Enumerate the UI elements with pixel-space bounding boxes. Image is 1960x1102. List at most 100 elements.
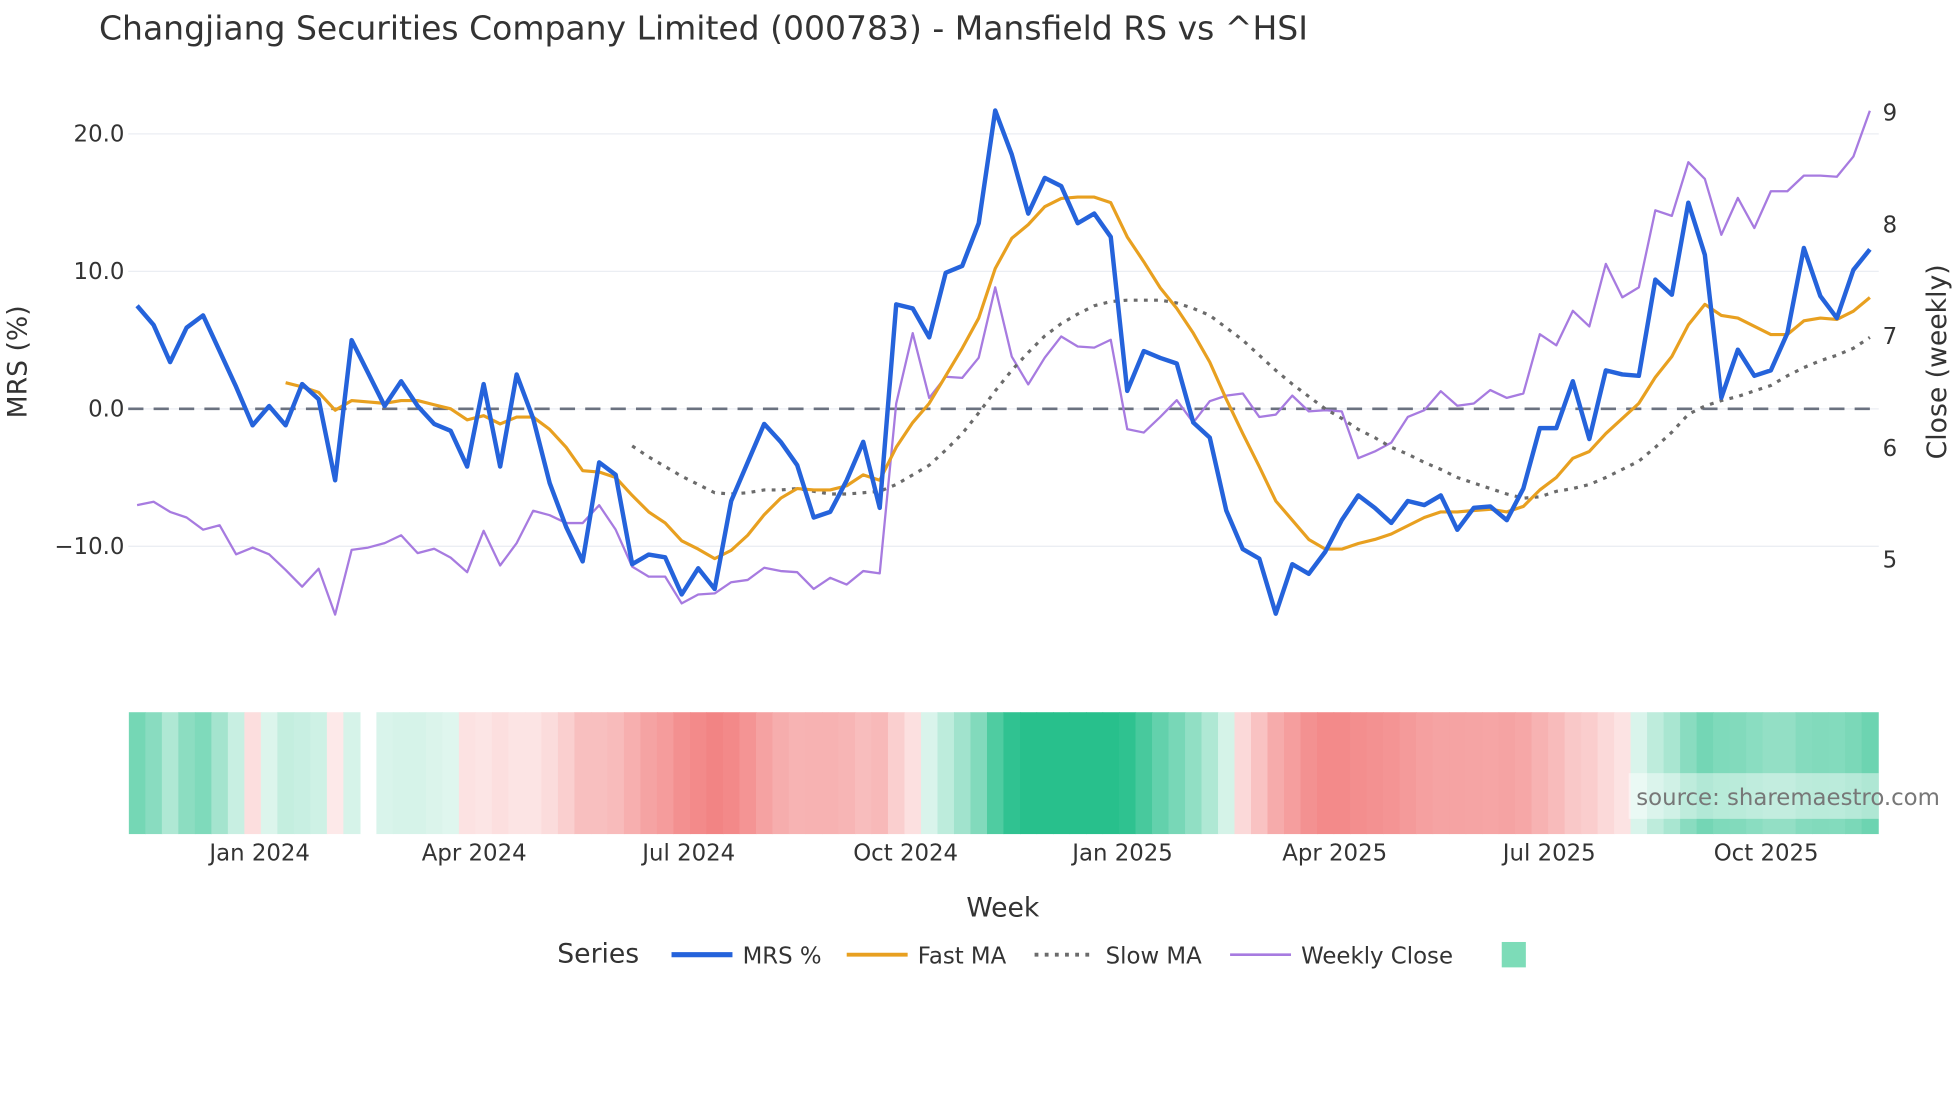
heatmap-strip (128, 712, 1879, 835)
heatmap-cell (871, 712, 889, 835)
heatmap-cell (227, 712, 245, 835)
heatmap-cell (1267, 712, 1285, 835)
heatmap-cell (1581, 712, 1599, 835)
heatmap-cell (1284, 712, 1302, 835)
heatmap-cell (1350, 712, 1368, 835)
heatmap-cell (1498, 712, 1516, 835)
heatmap-cell (920, 712, 939, 835)
series-line-weekly-close (136, 110, 1871, 616)
x-tick-label: Apr 2025 (1282, 841, 1387, 867)
heatmap-cell (1251, 712, 1269, 835)
heatmap-cell (673, 712, 691, 835)
heatmap-cell (326, 712, 345, 835)
heatmap-cell (1052, 712, 1071, 835)
x-tick-label: Jan 2024 (207, 841, 310, 867)
y2-tick-label: 7 (1883, 324, 1898, 350)
heatmap-cell (178, 712, 196, 835)
heatmap-cell (1185, 712, 1203, 835)
heatmap-cell (1383, 712, 1401, 835)
mansfield-rs-chart: Changjiang Securities Company Limited (0… (3, 8, 1953, 970)
y2-tick-label: 8 (1883, 212, 1898, 238)
heatmap-cell (145, 712, 163, 835)
heatmap-cell (409, 712, 427, 835)
series-line-fast-ma (285, 195, 1871, 561)
y-tick-label: 10.0 (74, 259, 125, 285)
heatmap-cell (508, 712, 526, 835)
heatmap-cell (211, 712, 229, 835)
heatmap-cell (706, 712, 724, 835)
y-axis-ticks: 20.0 10.0 0.0 −10.0 (54, 121, 124, 559)
heatmap-cell (1366, 712, 1384, 835)
y-tick-label: 20.0 (74, 121, 125, 147)
heatmap-cell (1614, 712, 1632, 835)
heatmap-cell (1102, 712, 1120, 835)
heatmap-cell (788, 712, 807, 835)
source-annotation: source: sharemaestro.com (1636, 785, 1940, 811)
heatmap-cell (491, 712, 510, 835)
heatmap-cell (194, 712, 212, 835)
heatmap-cell (277, 712, 295, 835)
x-tick-label: Apr 2024 (422, 841, 527, 867)
heatmap-cell (260, 712, 279, 835)
heatmap-cell (442, 712, 460, 835)
heatmap-cell (623, 712, 642, 835)
heatmap-cell (1564, 712, 1582, 835)
heatmap-cell (376, 712, 394, 835)
heatmap-cell (1531, 712, 1549, 835)
heatmap-cell (1333, 712, 1351, 835)
heatmap-cell (1317, 712, 1335, 835)
heatmap-cell (1003, 712, 1021, 835)
heatmap-cell (458, 712, 477, 835)
legend: Series MRS % Fast MA Slow MA Weekly Close (557, 938, 1526, 970)
legend-label: Fast MA (918, 944, 1007, 970)
heatmap-cell (1515, 712, 1533, 835)
heatmap-cell (1300, 712, 1318, 835)
heatmap-cell (1119, 712, 1137, 835)
heatmap-cell (805, 712, 823, 835)
heatmap-cell (1152, 712, 1170, 835)
heatmap-cell (541, 712, 559, 835)
legend-label: Weekly Close (1301, 944, 1453, 970)
heatmap-cell (475, 712, 493, 835)
series-lines (135, 108, 1872, 616)
heatmap-cell (1399, 712, 1417, 835)
heatmap-cell (937, 712, 955, 835)
heatmap-cell (755, 712, 774, 835)
grid-lines (128, 133, 1879, 547)
heatmap-cell (161, 712, 179, 835)
heatmap-cell (425, 712, 444, 835)
legend-title: Series (557, 938, 639, 969)
heatmap-cell (887, 712, 906, 835)
legend-label: Slow MA (1106, 944, 1202, 970)
legend-label: MRS % (743, 944, 822, 970)
heatmap-cell (343, 712, 361, 835)
heatmap-cell (739, 712, 757, 835)
legend-heatmap-swatch (1501, 941, 1526, 968)
heatmap-cell (1416, 712, 1434, 835)
heatmap-cell (1548, 712, 1566, 835)
y-tick-label: 0.0 (88, 396, 124, 422)
heatmap-cell (1201, 712, 1219, 835)
heatmap-cell (838, 712, 856, 835)
heatmap-cell (1234, 712, 1252, 835)
y-axis-title: MRS (%) (3, 305, 34, 418)
heatmap-cell (1069, 712, 1087, 835)
heatmap-cell (854, 712, 873, 835)
heatmap-cell (986, 712, 1005, 835)
heatmap-cell (1135, 712, 1153, 835)
y2-axis-ticks: 9 8 7 6 5 (1883, 101, 1898, 574)
heatmap-cell (1168, 712, 1186, 835)
x-tick-label: Jul 2025 (1501, 841, 1596, 867)
heatmap-cell (524, 712, 543, 835)
heatmap-cell (1085, 712, 1104, 835)
heatmap-cell (557, 712, 576, 835)
y2-tick-label: 5 (1883, 548, 1898, 574)
heatmap-cell (953, 712, 972, 835)
heatmap-cell (1432, 712, 1450, 835)
heatmap-cell (1482, 712, 1500, 835)
y2-tick-label: 9 (1883, 101, 1898, 127)
heatmap-cell (1218, 712, 1236, 835)
heatmap-cell (574, 712, 592, 835)
heatmap-cell (1036, 712, 1054, 835)
heatmap-cell (821, 712, 840, 835)
